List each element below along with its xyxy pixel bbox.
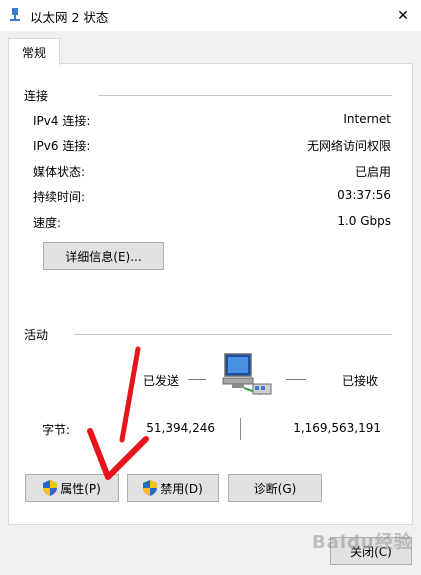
- ipv4-value: Internet: [343, 112, 391, 126]
- diagnose-button-label: 诊断(G): [253, 481, 297, 496]
- diagnose-button[interactable]: 诊断(G): [228, 474, 322, 502]
- duration-value: 03:37:56: [337, 188, 391, 202]
- section-divider: [74, 334, 392, 335]
- duration-label: 持续时间:: [33, 190, 86, 204]
- network-adapter-icon: [222, 353, 272, 395]
- media-state-value: 已启用: [354, 165, 391, 179]
- ipv4-label: IPv4 连接:: [33, 114, 91, 128]
- shield-icon: [43, 480, 58, 496]
- status-window: 以太网 2 状态 ✕ 常规 连接 IPv4 连接: Internet IPv6 …: [0, 0, 421, 575]
- bytes-label: 字节:: [42, 423, 71, 437]
- speed-value: 1.0 Gbps: [337, 214, 391, 228]
- shield-icon: [143, 480, 158, 496]
- tab-general[interactable]: 常规: [8, 38, 60, 65]
- close-icon[interactable]: ✕: [385, 0, 421, 31]
- details-button-label: 详细信息(E)...: [65, 249, 142, 264]
- close-button[interactable]: 关闭(C): [330, 537, 412, 565]
- properties-button[interactable]: 属性(P): [25, 474, 119, 502]
- received-label: 已接收: [342, 374, 379, 388]
- details-button[interactable]: 详细信息(E)...: [43, 242, 164, 270]
- section-divider: [98, 95, 392, 96]
- connection-heading: 连接: [24, 89, 49, 103]
- ipv6-label: IPv6 连接:: [33, 139, 91, 153]
- activity-heading: 活动: [24, 328, 49, 342]
- media-state-label: 媒体状态:: [33, 165, 86, 179]
- bytes-received-value: 1,169,563,191: [293, 421, 381, 435]
- properties-button-label: 属性(P): [60, 481, 101, 496]
- sent-dash: [188, 379, 206, 380]
- close-button-label: 关闭(C): [350, 544, 392, 559]
- tab-label: 常规: [21, 45, 46, 60]
- window-title: 以太网 2 状态: [30, 10, 109, 25]
- received-dash: [286, 379, 306, 380]
- disable-button[interactable]: 禁用(D): [127, 474, 219, 502]
- bytes-sent-value: 51,394,246: [146, 421, 215, 435]
- title-bar[interactable]: 以太网 2 状态 ✕: [0, 0, 421, 31]
- sent-label: 已发送: [143, 374, 180, 388]
- tab-panel: [8, 63, 413, 525]
- bytes-divider: [240, 418, 241, 440]
- disable-button-label: 禁用(D): [160, 481, 203, 496]
- ipv6-value: 无网络访问权限: [306, 139, 391, 153]
- network-icon: [10, 8, 20, 21]
- speed-label: 速度:: [33, 216, 62, 230]
